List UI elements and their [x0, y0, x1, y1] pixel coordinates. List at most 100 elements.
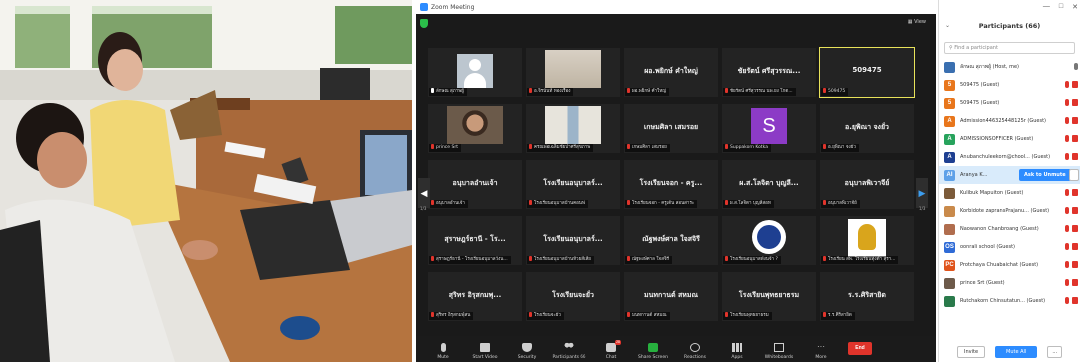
video-tile[interactable]: ผอ.พยิกษ์ คำใหญ่ ผอ.พยิกษ์ คำใหญ่ [624, 48, 718, 97]
apps-label: Apps [731, 355, 743, 360]
next-page-button[interactable]: ▶ [916, 178, 928, 208]
mute-button[interactable]: Mute [422, 343, 464, 360]
video-tile[interactable]: อนุบาลอำนเจ้า อนุบาลอำนเจ้า [428, 160, 522, 209]
video-tile[interactable]: อนุบาลพิเวาจีย์ อนุบาลพิเวาจีย์ [820, 160, 914, 209]
muted-microphone-icon [627, 88, 630, 93]
video-tile[interactable]: ลักษณ สุภาพผู้ [428, 48, 522, 97]
participant-row[interactable]: Naowanon Chanbroang (Guest) [939, 220, 1080, 238]
start-video-button[interactable]: Start Video [464, 343, 506, 360]
tile-display-name: โรงเรียนพุทธยาธรม [738, 291, 800, 299]
participants-icon [564, 342, 574, 351]
invite-button[interactable]: Invite [957, 346, 986, 358]
more-options-button[interactable]: ... [1047, 346, 1063, 358]
meeting-topbar: View [416, 14, 936, 34]
participant-more-button[interactable] [1069, 169, 1079, 181]
participant-row[interactable]: A ADMISSIONSOFFICER (Guest) [939, 130, 1080, 148]
participant-row[interactable]: 5 509475 (Guest) [939, 94, 1080, 112]
previous-page-button[interactable]: ◀ [418, 178, 430, 208]
whiteboards-button[interactable]: Whiteboards [758, 343, 800, 360]
video-off-icon [1072, 99, 1078, 106]
muted-microphone-icon [431, 200, 434, 205]
initial-avatar: S [751, 108, 787, 144]
ask-to-unmute-button[interactable]: Ask to Unmute [1019, 169, 1071, 181]
video-tile[interactable]: อ.จิรนันท์ ทองเรือง [526, 48, 620, 97]
participant-initials-avatar: A [944, 133, 955, 145]
tile-display-name: โรงเรียนจอก - ครู... [639, 179, 703, 187]
muted-microphone-icon [823, 312, 826, 317]
chat-button[interactable]: 28 Chat [590, 340, 632, 360]
video-tile[interactable]: โรงเรียนอนุบาลพังนจ้า ? [722, 216, 816, 265]
participant-initials-avatar: OS [944, 241, 955, 253]
participant-row[interactable]: A Admission446325448125r (Guest) [939, 112, 1080, 130]
end-meeting-button[interactable]: End [848, 342, 872, 355]
participants-button[interactable]: Participants 66 [548, 342, 590, 360]
participant-row[interactable]: Kulibuk Mapuiton (Guest) [939, 184, 1080, 202]
video-tile[interactable]: ครณพ่อเฉลิมชัยป่าศรีสุขภาพ [526, 104, 620, 153]
tile-name-label: โรงเรียน สพ. โรงเรียนทุ่งตำ สุรา... [821, 256, 899, 264]
tile-label-text: ครณพ่อเฉลิมชัยป่าศรีสุขภาพ [534, 145, 591, 150]
muted-microphone-icon [725, 312, 728, 317]
participant-row[interactable]: A Anubanchuleekorn@chool... (Guest) [939, 148, 1080, 166]
video-tile[interactable]: เกษมศิลา เสมรอย เกษมศิลา เสมรอย [624, 104, 718, 153]
video-tile[interactable]: สุราษฎร์ธานี - โร... สุราษฎร์ธานี - โรงเร… [428, 216, 522, 265]
muted-microphone-icon [431, 312, 434, 317]
tile-name-label: ครณพ่อเฉลิมชัยป่าศรีสุขภาพ [527, 144, 594, 152]
video-tile[interactable]: โรงเรียนอนุบาลร์... โรงเรียนอนุบาลบ้านห้ว… [526, 216, 620, 265]
video-tile[interactable]: โรงเรียนอนุบาลร์... โรงเรียนอนุบาลบ้านคอน… [526, 160, 620, 209]
video-tile[interactable]: prince Srt [428, 104, 522, 153]
muted-microphone-icon [529, 88, 532, 93]
video-tile[interactable]: มนทกานต์ สหมณ มนทกานต์ สหมณ [624, 272, 718, 321]
tile-name-label: อนุบาลพิเวาจีย์ [821, 200, 860, 208]
video-tile[interactable]: ณัฐพงษ์ศาล ใจสจิรี ณัฐพงษ์ศาล ใจสจิรี [624, 216, 718, 265]
video-tile[interactable]: โรงเรียนจอก - ครู... โรงเรียนจอก - ครูเต้… [624, 160, 718, 209]
participant-row[interactable]: Rutchakorn Chinsutatun... (Guest) [939, 292, 1080, 310]
video-tile[interactable]: 509475 509475 [819, 47, 915, 98]
participant-row[interactable]: 5 509475 (Guest) [939, 76, 1080, 94]
share-screen-button[interactable]: Share Screen [632, 343, 674, 360]
muted-microphone-icon [1065, 153, 1069, 160]
whiteboard-icon [774, 343, 784, 352]
zoom-logo-icon [420, 3, 428, 11]
microphone-icon [1074, 63, 1078, 70]
video-tile[interactable]: โรงเรียน สพ. โรงเรียนทุ่งตำ สุรา... [820, 216, 914, 265]
video-tile[interactable]: S Suppakorn Kotka [722, 104, 816, 153]
video-tile[interactable]: ร.ร.ศิริสายิด ร.ร.ศิริสายิด [820, 272, 914, 321]
reactions-button[interactable]: Reactions [674, 343, 716, 360]
close-button[interactable]: ✕ [1072, 3, 1078, 11]
participant-row[interactable]: Korbidote zapransPrajanu... (Guest) [939, 202, 1080, 220]
video-tile[interactable]: ผ.ส.โลจิตา บุญลี... ผ.ส.โลจิตา บุญลีสอท [722, 160, 816, 209]
participant-row[interactable]: AI Aranya K... Ask to Unmute [939, 166, 1080, 184]
participant-search-input[interactable]: ⚲ Find a participant [944, 42, 1075, 54]
participant-name: Anubanchuleekorn@chool... (Guest) [960, 154, 1051, 160]
apps-button[interactable]: Apps [716, 343, 758, 360]
view-button[interactable]: View [908, 19, 926, 25]
participant-photo-avatar [944, 187, 955, 199]
participant-status-icons [1065, 261, 1078, 268]
participant-row[interactable]: PC Protchaya Chuabaichat (Guest) [939, 256, 1080, 274]
participant-status-icons [1065, 207, 1078, 214]
minimize-button[interactable]: — [1043, 3, 1050, 11]
muted-microphone-icon [529, 312, 532, 317]
video-off-icon [1072, 297, 1078, 304]
video-tile[interactable]: ชัยรัตน์ ศรีสุวรรณ... ชัยรัตน์ ศรีสุวรรณ … [722, 48, 816, 97]
participant-row[interactable]: ลักษณ สุภาพผู้ (Host, me) [939, 58, 1080, 76]
video-tile[interactable]: อ.ยุพิณา จงยั่ว อ.ยุพิณา จงยั่ว [820, 104, 914, 153]
video-tile[interactable]: โรงเรียนจะยั่ว โรงเรียนจะยั่ว [526, 272, 620, 321]
participant-row[interactable]: prince Srt (Guest) [939, 274, 1080, 292]
mute-all-button[interactable]: Mute All [995, 346, 1038, 358]
encryption-shield-icon[interactable] [420, 19, 428, 28]
more-button[interactable]: ··· More [800, 343, 842, 361]
mute-label: Mute [437, 355, 449, 360]
tile-name-label: อนุบาลอำนเจ้า [429, 200, 468, 208]
tile-label-text: สุริทร อิรุสกมพุ์สน [436, 313, 471, 318]
security-button[interactable]: Security [506, 343, 548, 360]
muted-microphone-icon [529, 200, 532, 205]
tile-name-label: เกษมศิลา เสมรอย [625, 144, 670, 152]
maximize-button[interactable]: □ [1059, 3, 1063, 11]
video-tile[interactable]: โรงเรียนพุทธยาธรม โรงเรียนพุทธยาธรม [722, 272, 816, 321]
tile-label-text: สุราษฎร์ธานี - โรงเรียนอนุบาลวังน... [436, 257, 508, 262]
participant-status-icons [1065, 153, 1078, 160]
muted-microphone-icon [1065, 99, 1069, 106]
participant-row[interactable]: OS oonrali school (Guest) [939, 238, 1080, 256]
video-tile[interactable]: สุริทร อิรุสกมพุ... สุริทร อิรุสกมพุ์สน [428, 272, 522, 321]
